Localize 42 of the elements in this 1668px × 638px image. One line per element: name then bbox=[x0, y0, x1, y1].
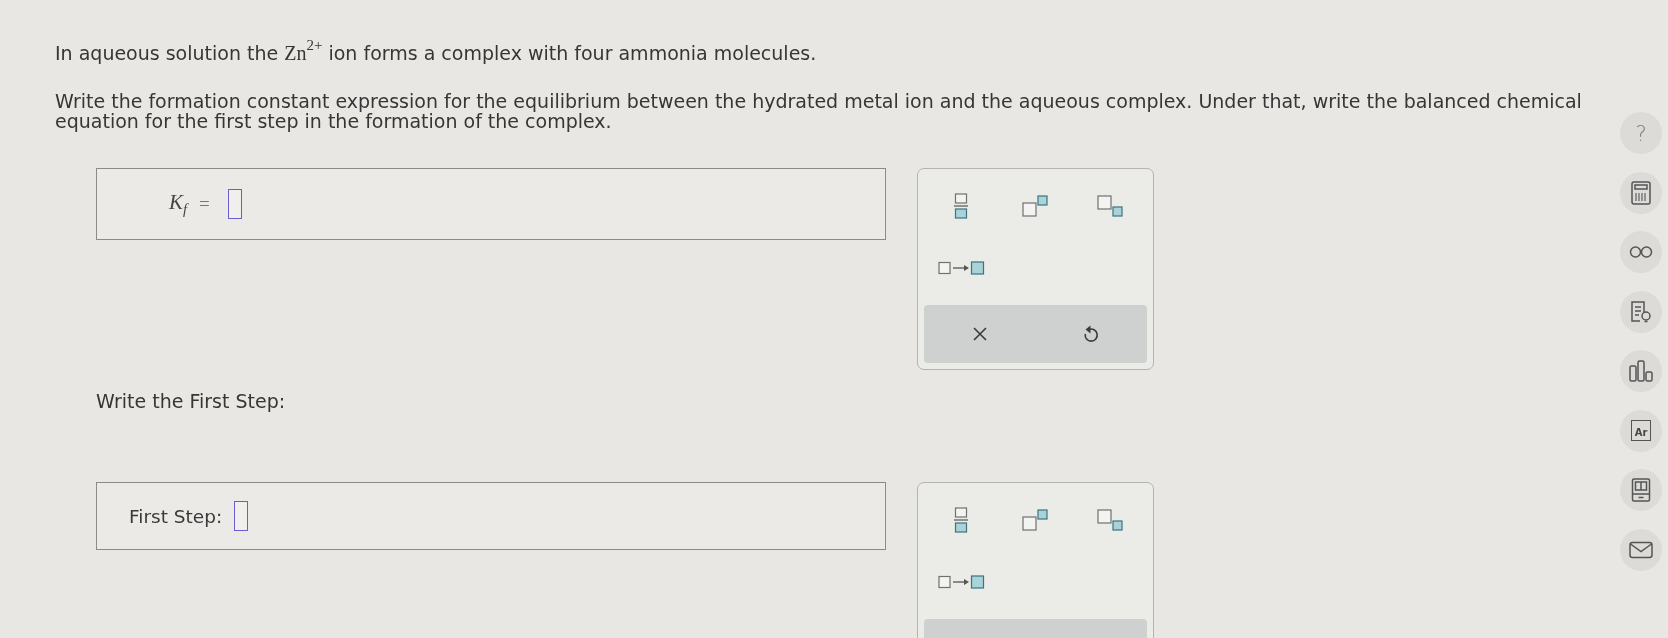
superscript-button[interactable] bbox=[1022, 509, 1049, 531]
glasses-button[interactable] bbox=[1620, 231, 1662, 273]
question-text: Write the formation constant expression for the equilibrium between the hydrated metal ion and the aqueous complex. Under that, write the balanced chemical equation for the first step in the formation of the complex. bbox=[55, 91, 1583, 131]
close-icon bbox=[971, 326, 988, 342]
bar-chart-icon bbox=[1629, 360, 1653, 382]
prompt-text: Write the First Step: bbox=[96, 391, 287, 411]
fraction-icon bbox=[954, 193, 969, 219]
bar-chart-button[interactable] bbox=[1620, 350, 1662, 392]
superscript-icon bbox=[1022, 509, 1049, 531]
arrow-button[interactable] bbox=[937, 575, 985, 589]
subscript-icon bbox=[1096, 509, 1123, 531]
superscript-button[interactable] bbox=[1022, 195, 1049, 217]
undo-icon bbox=[1083, 325, 1100, 343]
book-button[interactable] bbox=[1620, 469, 1662, 511]
fraction-button[interactable] bbox=[954, 507, 969, 533]
envelope-icon bbox=[1629, 540, 1653, 559]
answer-box[interactable] bbox=[227, 189, 242, 219]
note-lightbulb-icon bbox=[1630, 299, 1652, 324]
fraction-icon bbox=[954, 507, 969, 533]
note-lightbulb-button[interactable] bbox=[1620, 290, 1662, 333]
answer-label: First Step: bbox=[129, 505, 223, 527]
answer-box[interactable] bbox=[234, 501, 249, 531]
superscript-icon bbox=[1022, 195, 1049, 217]
book-icon bbox=[1631, 478, 1651, 502]
glasses-icon bbox=[1629, 246, 1653, 258]
calculator-icon bbox=[1630, 180, 1652, 205]
clear-button[interactable] bbox=[971, 326, 988, 342]
equals-sign: = bbox=[199, 193, 210, 215]
subscript-button[interactable] bbox=[1096, 509, 1123, 531]
calculator-button[interactable] bbox=[1620, 171, 1662, 214]
equation-editor[interactable]: K$_{f}$ = bbox=[96, 168, 886, 240]
equation-label: K$_{f}$ bbox=[169, 189, 188, 219]
envelope-button[interactable] bbox=[1620, 528, 1662, 571]
reaction-arrow-icon bbox=[937, 575, 985, 589]
fraction-button[interactable] bbox=[954, 193, 969, 219]
subscript-button[interactable] bbox=[1096, 195, 1123, 217]
arrow-button[interactable] bbox=[937, 261, 985, 275]
reaction-arrow-icon bbox=[937, 261, 985, 275]
subscript-icon bbox=[1096, 195, 1123, 217]
periodic-table-button[interactable]: Ar bbox=[1620, 409, 1662, 452]
answer-editor[interactable]: First Step: bbox=[96, 482, 886, 550]
undo-button[interactable] bbox=[1083, 325, 1100, 343]
